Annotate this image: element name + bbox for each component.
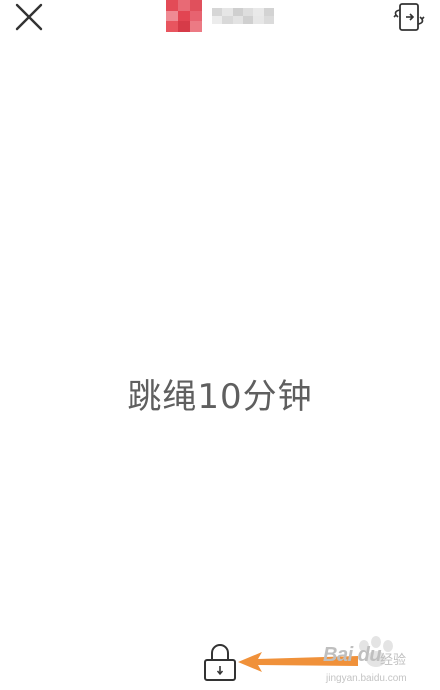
username-blurred	[212, 8, 274, 24]
avatar-pixel	[178, 10, 190, 22]
avatar-pixel	[190, 0, 202, 11]
avatar-pixel	[178, 21, 190, 32]
avatar-pixel	[178, 0, 190, 11]
close-icon	[15, 3, 43, 31]
close-button[interactable]	[10, 0, 48, 34]
username-pixel	[222, 8, 233, 16]
watermark-cn: 经验	[380, 653, 407, 668]
watermark-url: jingyan.baidu.com	[326, 673, 407, 684]
username-pixel	[263, 16, 274, 24]
username-pixel	[222, 16, 233, 24]
username-pixel	[253, 8, 264, 16]
username-pixel	[212, 8, 223, 16]
username-pixel	[232, 8, 243, 16]
username-pixel	[242, 8, 254, 16]
username-pixel	[253, 16, 264, 24]
watermark-brand: Bai du	[323, 644, 382, 666]
avatar-pixel	[190, 10, 202, 22]
avatar-pixel	[166, 21, 178, 32]
avatar-pixel	[166, 10, 178, 22]
username-pixel	[232, 16, 243, 24]
exercise-message: 跳绳10分钟	[127, 377, 313, 417]
username-pixel	[212, 16, 223, 24]
screen-rotate-icon	[393, 3, 425, 31]
avatar-pixel	[166, 0, 178, 11]
username-pixel	[263, 8, 274, 16]
avatar-pixel	[190, 21, 202, 32]
username-pixel	[242, 16, 254, 24]
screen-rotate-button[interactable]	[390, 0, 428, 34]
top-bar	[0, 0, 440, 40]
avatar[interactable]	[166, 0, 202, 32]
